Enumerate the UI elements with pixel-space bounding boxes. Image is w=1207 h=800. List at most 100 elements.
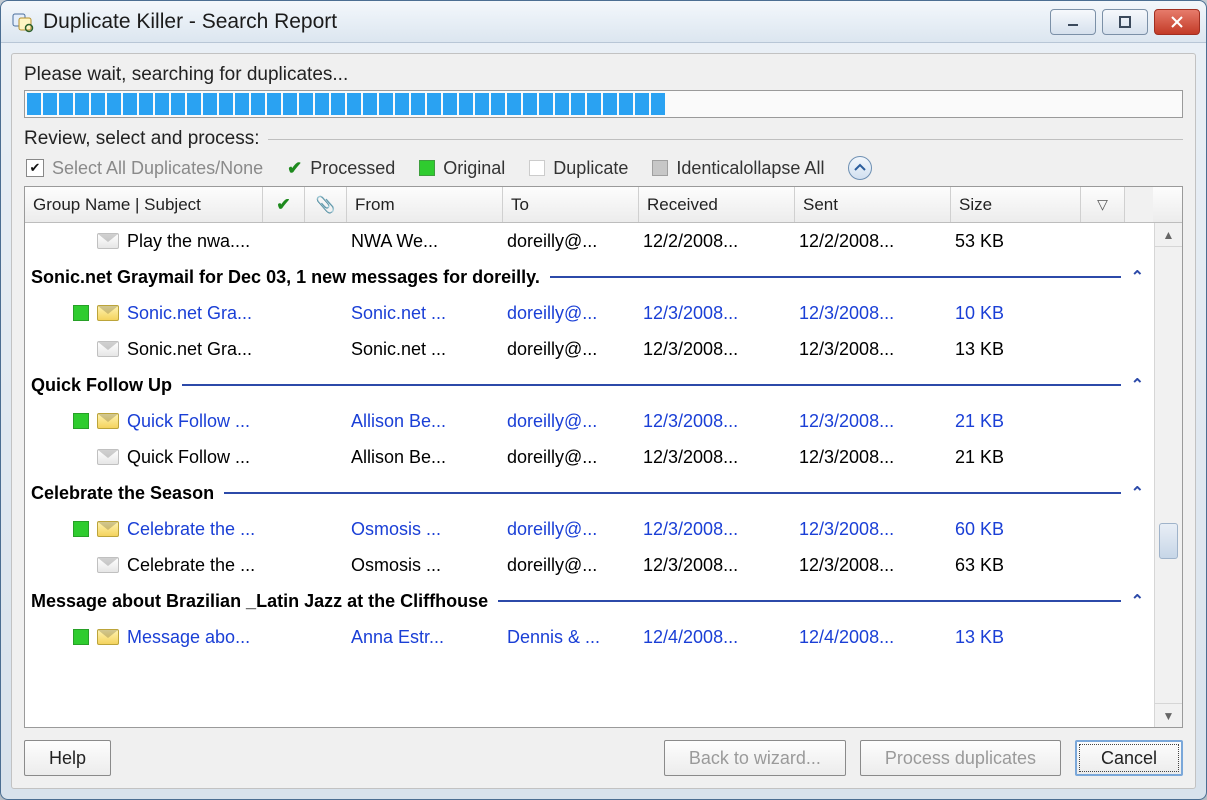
paperclip-icon: 📎 <box>316 195 336 215</box>
table-row[interactable]: Play the nwa....NWA We...doreilly@...12/… <box>25 223 1154 259</box>
checkmark-icon: ✔ <box>287 158 302 179</box>
chevron-up-icon[interactable]: ⌃ <box>1131 591 1154 611</box>
table-row[interactable]: Quick Follow ...Allison Be...doreilly@..… <box>25 403 1154 439</box>
cell-to: doreilly@... <box>507 555 643 576</box>
minimize-button[interactable] <box>1050 9 1096 35</box>
cell-received: 12/3/2008... <box>643 303 799 324</box>
group-header[interactable]: Celebrate the Season ⌃ <box>25 475 1154 511</box>
cell-to: doreilly@... <box>507 231 643 252</box>
checkmark-icon: ✔ <box>276 195 290 215</box>
group-header[interactable]: Message about Brazilian _Latin Jazz at t… <box>25 583 1154 619</box>
original-flag-icon <box>73 629 89 645</box>
cell-sent: 12/3/2008... <box>799 411 955 432</box>
cell-subject: Celebrate the ... <box>127 555 255 576</box>
cell-subject: Message abo... <box>127 627 250 648</box>
col-size[interactable]: Size <box>951 187 1081 222</box>
cell-size: 10 KB <box>955 303 1085 324</box>
col-received[interactable]: Received <box>639 187 795 222</box>
cancel-button[interactable]: Cancel <box>1075 740 1183 776</box>
envelope-icon <box>97 629 119 645</box>
chevron-up-icon[interactable]: ⌃ <box>1131 375 1154 395</box>
titlebar: Duplicate Killer - Search Report <box>1 1 1206 43</box>
square-white-icon <box>529 160 545 176</box>
cell-received: 12/3/2008... <box>643 339 799 360</box>
cell-sent: 12/3/2008... <box>799 519 955 540</box>
app-icon <box>11 10 35 34</box>
col-sent[interactable]: Sent <box>795 187 951 222</box>
cell-from: Allison Be... <box>351 411 507 432</box>
scroll-up-arrow[interactable]: ▲ <box>1155 223 1182 247</box>
cell-from: Sonic.net ... <box>351 339 507 360</box>
group-header[interactable]: Quick Follow Up ⌃ <box>25 367 1154 403</box>
collapse-all-button[interactable] <box>848 156 872 180</box>
cell-received: 12/3/2008... <box>643 519 799 540</box>
col-from[interactable]: From <box>347 187 503 222</box>
cell-to: doreilly@... <box>507 411 643 432</box>
table-row[interactable]: Message abo...Anna Estr...Dennis & ...12… <box>25 619 1154 655</box>
col-subject[interactable]: Group Name | Subject <box>25 187 263 222</box>
filter-icon: ▽ <box>1097 196 1108 213</box>
results-grid: Group Name | Subject ✔ 📎 From To Receive… <box>24 186 1183 728</box>
scroll-down-arrow[interactable]: ▼ <box>1155 703 1182 727</box>
table-row[interactable]: Celebrate the ...Osmosis ...doreilly@...… <box>25 511 1154 547</box>
cell-received: 12/2/2008... <box>643 231 799 252</box>
table-row[interactable]: Sonic.net Gra...Sonic.net ...doreilly@..… <box>25 331 1154 367</box>
back-to-wizard-button[interactable]: Back to wizard... <box>664 740 846 776</box>
col-attachment[interactable]: 📎 <box>305 187 347 222</box>
app-window: Duplicate Killer - Search Report Please … <box>0 0 1207 800</box>
chevron-up-icon <box>854 162 866 174</box>
envelope-icon <box>97 233 119 249</box>
cell-to: doreilly@... <box>507 447 643 468</box>
envelope-icon <box>97 341 119 357</box>
cell-sent: 12/3/2008... <box>799 339 955 360</box>
col-to[interactable]: To <box>503 187 639 222</box>
select-all-checkbox[interactable]: Select All Duplicates/None <box>26 158 263 179</box>
cell-from: NWA We... <box>351 231 507 252</box>
cell-from: Allison Be... <box>351 447 507 468</box>
group-header[interactable]: Sonic.net Graymail for Dec 03, 1 new mes… <box>25 259 1154 295</box>
cell-subject: Sonic.net Gra... <box>127 303 252 324</box>
cell-sent: 12/2/2008... <box>799 231 955 252</box>
legend-processed: ✔ Processed <box>287 158 395 179</box>
status-text: Please wait, searching for duplicates... <box>24 64 1183 86</box>
group-title: Celebrate the Season <box>31 483 214 504</box>
cell-to: doreilly@... <box>507 339 643 360</box>
checkbox-icon <box>26 159 44 177</box>
cell-size: 53 KB <box>955 231 1085 252</box>
close-button[interactable] <box>1154 9 1200 35</box>
chevron-up-icon[interactable]: ⌃ <box>1131 483 1154 503</box>
window-controls <box>1050 9 1200 35</box>
cell-received: 12/4/2008... <box>643 627 799 648</box>
cell-received: 12/3/2008... <box>643 411 799 432</box>
envelope-icon <box>97 557 119 573</box>
legend-original: Original <box>419 158 505 179</box>
square-green-icon <box>419 160 435 176</box>
cell-received: 12/3/2008... <box>643 447 799 468</box>
chevron-up-icon[interactable]: ⌃ <box>1131 267 1154 287</box>
envelope-icon <box>97 449 119 465</box>
cell-received: 12/3/2008... <box>643 555 799 576</box>
scroll-thumb[interactable] <box>1159 523 1178 559</box>
cell-from: Anna Estr... <box>351 627 507 648</box>
cell-sent: 12/3/2008... <box>799 303 955 324</box>
table-row[interactable]: Quick Follow ... Allison Be...doreilly@..… <box>25 439 1154 475</box>
cell-size: 13 KB <box>955 339 1085 360</box>
envelope-icon <box>97 305 119 321</box>
vertical-scrollbar[interactable]: ▲ ▼ <box>1154 223 1182 727</box>
client-area: Please wait, searching for duplicates...… <box>11 53 1196 789</box>
help-button[interactable]: Help <box>24 740 111 776</box>
process-duplicates-button[interactable]: Process duplicates <box>860 740 1061 776</box>
col-filter[interactable]: ▽ <box>1081 187 1125 222</box>
maximize-button[interactable] <box>1102 9 1148 35</box>
original-flag-icon <box>73 413 89 429</box>
table-row[interactable]: Sonic.net Gra...Sonic.net ...doreilly@..… <box>25 295 1154 331</box>
cell-sent: 12/3/2008... <box>799 447 955 468</box>
col-checkmark[interactable]: ✔ <box>263 187 305 222</box>
group-title: Quick Follow Up <box>31 375 172 396</box>
cell-subject: Quick Follow ... <box>127 447 250 468</box>
group-title: Message about Brazilian _Latin Jazz at t… <box>31 591 488 612</box>
cell-size: 21 KB <box>955 447 1085 468</box>
cell-subject: Celebrate the ... <box>127 519 255 540</box>
cell-to: doreilly@... <box>507 303 643 324</box>
table-row[interactable]: Celebrate the ...Osmosis ...doreilly@...… <box>25 547 1154 583</box>
